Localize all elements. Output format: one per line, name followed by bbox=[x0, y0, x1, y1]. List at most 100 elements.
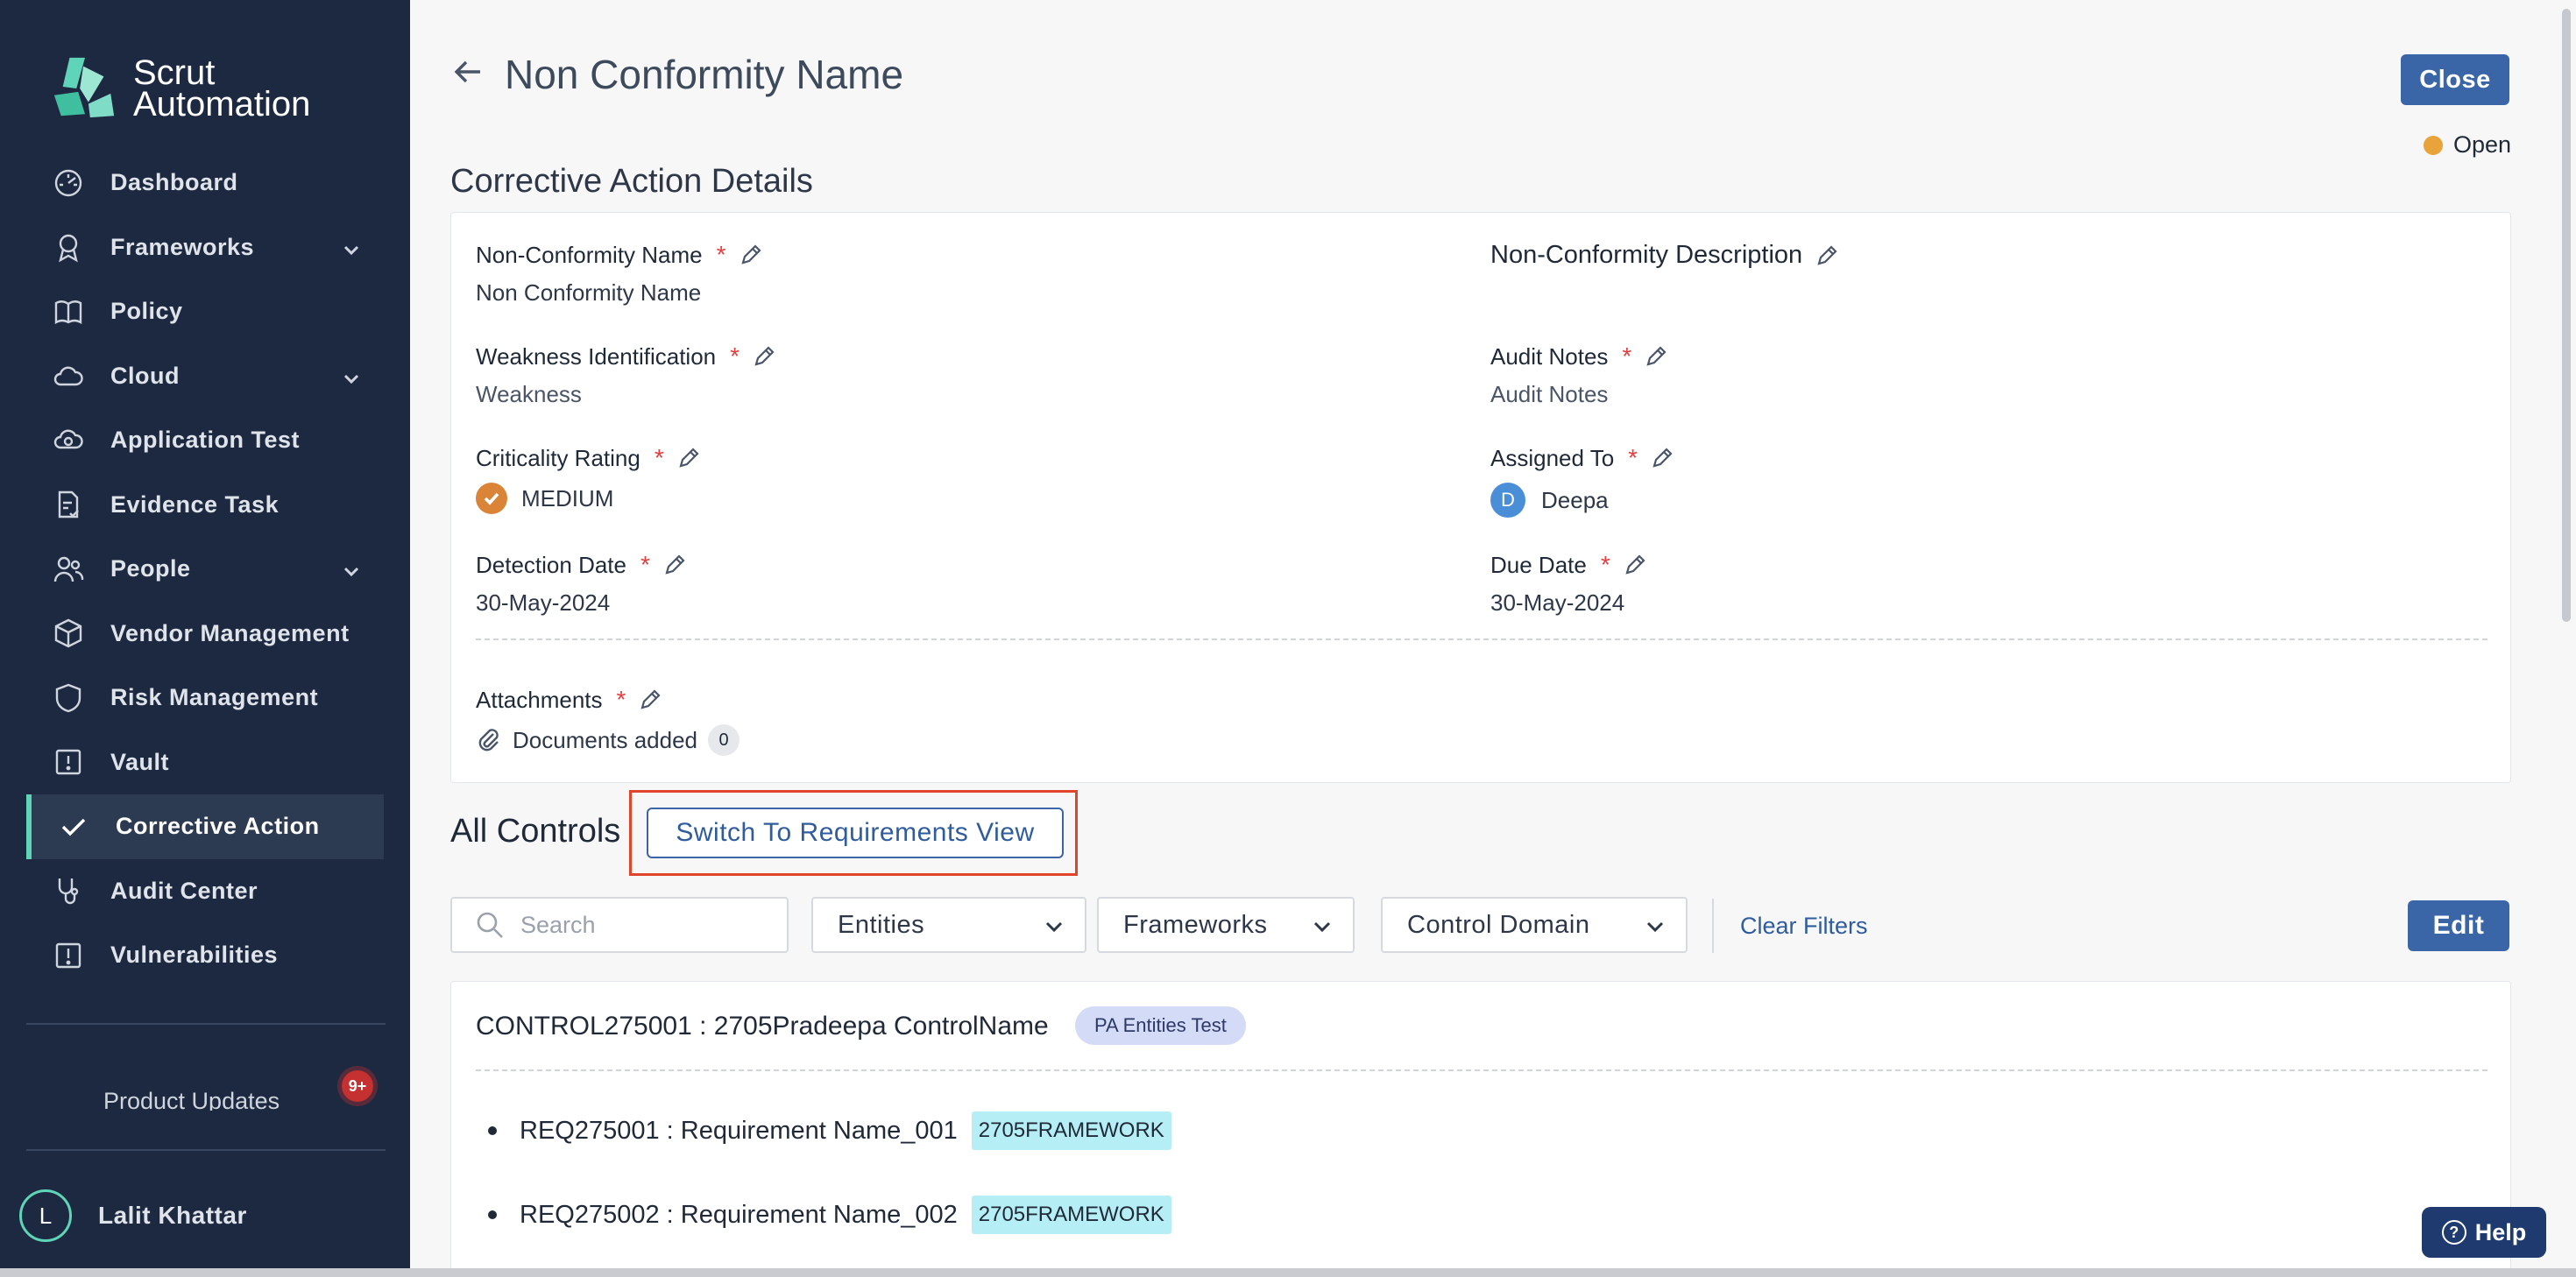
clear-filters-link[interactable]: Clear Filters bbox=[1740, 913, 1868, 940]
list-item: REQ275001 : Requirement Name_001 2705FRA… bbox=[476, 1111, 1171, 1150]
attachments-link[interactable]: Documents added 0 bbox=[476, 724, 740, 756]
brand-name: Scrut Automation bbox=[133, 53, 311, 123]
framework-badge: 2705FRAMEWORK bbox=[971, 1111, 1171, 1150]
avatar: D bbox=[1490, 483, 1525, 518]
control-title[interactable]: CONTROL275001 : 2705Pradeepa ControlName bbox=[476, 1012, 1049, 1041]
field-detection-date: Detection Date * 30-May-2024 bbox=[476, 551, 687, 617]
sidebar-divider bbox=[26, 1023, 386, 1025]
search-box[interactable] bbox=[450, 897, 789, 953]
criticality-check-icon bbox=[476, 483, 507, 514]
sidebar-item-policy[interactable]: Policy bbox=[0, 279, 410, 344]
attachment-count: 0 bbox=[708, 724, 740, 756]
field-due-date: Due Date * 30-May-2024 bbox=[1490, 551, 1647, 617]
sidebar-item-dashboard[interactable]: Dashboard bbox=[0, 151, 410, 215]
entities-filter[interactable]: Entities bbox=[811, 897, 1086, 953]
sidebar-item-vault[interactable]: Vault bbox=[0, 730, 410, 795]
status-badge: Open bbox=[2424, 131, 2511, 159]
alert-square-icon bbox=[51, 938, 86, 973]
vault-icon bbox=[51, 744, 86, 780]
sidebar-item-product-updates[interactable]: Product Updates bbox=[51, 1076, 366, 1111]
edit-pencil-icon[interactable] bbox=[1650, 446, 1674, 470]
edit-pencil-icon[interactable] bbox=[638, 688, 662, 712]
user-name: Lalit Khattar bbox=[98, 1202, 247, 1229]
edit-button[interactable]: Edit bbox=[2408, 900, 2509, 951]
sidebar: Scrut Automation Dashboard Frameworks Po… bbox=[0, 0, 410, 1277]
filter-divider bbox=[1712, 899, 1714, 953]
back-arrow-icon[interactable] bbox=[450, 54, 485, 89]
edit-pencil-icon[interactable] bbox=[1623, 553, 1647, 577]
control-card: CONTROL275001 : 2705Pradeepa ControlName… bbox=[450, 981, 2511, 1277]
people-icon bbox=[51, 552, 86, 587]
field-criticality: Criticality Rating * MEDIUM bbox=[476, 444, 701, 514]
frameworks-filter[interactable]: Frameworks bbox=[1097, 897, 1355, 953]
edit-pencil-icon[interactable] bbox=[1644, 344, 1668, 369]
sidebar-item-vendor-management[interactable]: Vendor Management bbox=[0, 602, 410, 667]
question-icon: ? bbox=[2441, 1220, 2466, 1245]
scrut-logo-icon bbox=[53, 57, 115, 118]
chevron-down-icon[interactable] bbox=[342, 560, 361, 579]
brand-logo[interactable]: Scrut Automation bbox=[51, 54, 310, 123]
book-icon bbox=[51, 294, 86, 329]
search-icon bbox=[477, 912, 503, 938]
paperclip-icon bbox=[476, 727, 502, 753]
field-weakness: Weakness Identification * Weakness bbox=[476, 342, 776, 408]
file-check-icon bbox=[51, 487, 86, 522]
switch-view-button[interactable]: Switch To Requirements View bbox=[647, 808, 1064, 858]
sidebar-item-risk-management[interactable]: Risk Management bbox=[0, 666, 410, 730]
edit-pencil-icon[interactable] bbox=[752, 344, 776, 369]
sidebar-item-evidence-task[interactable]: Evidence Task bbox=[0, 473, 410, 538]
control-domain-filter[interactable]: Control Domain bbox=[1381, 897, 1688, 953]
field-nc-name: Non-Conformity Name * Non Conformity Name bbox=[476, 241, 763, 307]
bullet bbox=[488, 1210, 497, 1219]
field-nc-description: Non-Conformity Description bbox=[1490, 241, 1839, 270]
main-content: Non Conformity Name Close Open Correctiv… bbox=[410, 0, 2576, 1277]
dashboard-icon bbox=[51, 166, 86, 201]
stethoscope-icon bbox=[51, 873, 86, 908]
edit-pencil-icon[interactable] bbox=[1815, 243, 1839, 268]
sidebar-item-vulnerabilities[interactable]: Vulnerabilities bbox=[0, 923, 410, 988]
sidebar-item-corrective-action[interactable]: Corrective Action bbox=[26, 794, 384, 859]
close-button[interactable]: Close bbox=[2401, 54, 2509, 105]
sidebar-nav: Dashboard Frameworks Policy Cloud Applic… bbox=[0, 151, 410, 988]
shield-icon bbox=[51, 681, 86, 716]
sidebar-item-application-test[interactable]: Application Test bbox=[0, 408, 410, 473]
status-dot bbox=[2424, 135, 2443, 155]
field-assigned-to: Assigned To * D Deepa bbox=[1490, 444, 1674, 518]
cloud-icon bbox=[51, 358, 86, 393]
list-item: REQ275002 : Requirement Name_002 2705FRA… bbox=[476, 1196, 1171, 1234]
divider bbox=[476, 638, 2488, 640]
sidebar-divider bbox=[26, 1149, 386, 1151]
framework-badge: 2705FRAMEWORK bbox=[971, 1196, 1171, 1234]
entity-badge: PA Entities Test bbox=[1075, 1006, 1246, 1045]
page-title: Non Conformity Name bbox=[505, 52, 904, 97]
user-profile[interactable]: L Lalit Khattar bbox=[19, 1189, 247, 1242]
chevron-down-icon bbox=[1311, 915, 1334, 938]
controls-title: All Controls bbox=[450, 813, 621, 850]
chevron-down-icon bbox=[1644, 915, 1667, 938]
chevron-down-icon[interactable] bbox=[342, 238, 361, 258]
edit-pencil-icon[interactable] bbox=[662, 553, 687, 577]
divider bbox=[476, 1069, 2488, 1071]
edit-pencil-icon[interactable] bbox=[676, 446, 701, 470]
sidebar-item-people[interactable]: People bbox=[0, 537, 410, 602]
sidebar-item-cloud[interactable]: Cloud bbox=[0, 344, 410, 409]
cloud-refresh-icon bbox=[51, 423, 86, 458]
horizontal-scrollbar[interactable] bbox=[0, 1268, 2576, 1277]
search-input[interactable] bbox=[520, 911, 783, 939]
check-icon bbox=[56, 809, 91, 844]
help-button[interactable]: ? Help bbox=[2422, 1207, 2546, 1258]
chevron-down-icon bbox=[1043, 915, 1065, 938]
award-icon bbox=[51, 229, 86, 265]
field-attachments: Attachments * Documents added 0 bbox=[476, 686, 740, 756]
notification-badge: 9+ bbox=[342, 1070, 373, 1102]
chevron-down-icon[interactable] bbox=[342, 367, 361, 386]
section-title: Corrective Action Details bbox=[450, 163, 813, 200]
field-audit-notes: Audit Notes * Audit Notes bbox=[1490, 342, 1668, 408]
sidebar-item-audit-center[interactable]: Audit Center bbox=[0, 859, 410, 924]
avatar: L bbox=[19, 1189, 72, 1242]
details-card: Non-Conformity Name * Non Conformity Name… bbox=[450, 212, 2511, 783]
sidebar-item-frameworks[interactable]: Frameworks bbox=[0, 215, 410, 280]
vertical-scrollbar[interactable] bbox=[2562, 9, 2571, 622]
box-icon bbox=[51, 616, 86, 651]
edit-pencil-icon[interactable] bbox=[739, 243, 763, 267]
